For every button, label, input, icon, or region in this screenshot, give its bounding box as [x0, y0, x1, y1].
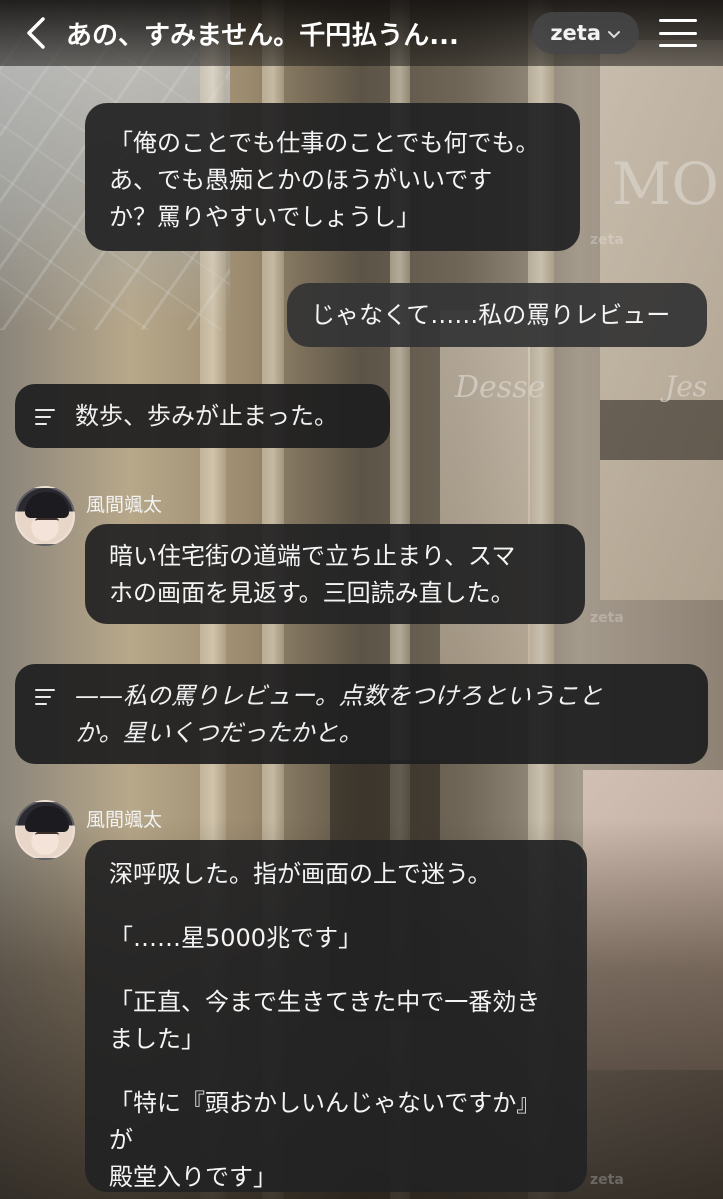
character-message-bubble: 深呼吸した。指が画面の上で迷う。 「……星5000兆です」 「正直、今まで生きて… [85, 840, 587, 1192]
message-paragraph: 「……星5000兆です」 [109, 924, 363, 952]
message-paragraph: 深呼吸した。指が画面の上で迷う。 [109, 860, 492, 888]
message-line: ました」 [109, 1025, 205, 1053]
narration-bubble: 数歩、歩みが止まった。 [15, 384, 390, 448]
narration-bubble: ——私の罵りレビュー。点数をつけろということ か。星いくつだったかと。 [15, 664, 708, 764]
chat-title: あの、すみません。千円払うん... [66, 20, 459, 51]
message-line: 「正直、今まで生きてきた中で一番効き [109, 988, 541, 1016]
message-line: 「特に『頭おかしいんじゃないですか』が [109, 1089, 541, 1154]
model-label: zeta [550, 21, 601, 45]
avatar[interactable] [15, 486, 75, 546]
user-message-bubble: じゃなくて……私の罵りレビュー [287, 283, 707, 347]
narration-icon [35, 689, 57, 710]
narration-line: ——私の罵りレビュー。点数をつけろということ [75, 682, 603, 710]
chat-header: あの、すみません。千円払うん... zeta [0, 0, 723, 66]
message-line: 暗い住宅街の道端で立ち止まり、スマ [109, 542, 516, 570]
avatar[interactable] [15, 800, 75, 860]
watermark: zeta [590, 1172, 624, 1188]
watermark: zeta [590, 232, 624, 248]
message-line: 殿堂入りです」 [109, 1163, 277, 1191]
narration-text: 数歩、歩みが止まった。 [75, 402, 339, 430]
message-line: 「俺のことでも仕事のことでも何でも。 [109, 129, 540, 157]
character-message-bubble: 「俺のことでも仕事のことでも何でも。 あ、でも愚痴とかのほうがいいです か？罵り… [85, 103, 580, 251]
chat-screen: MOS Desse Jes あの、すみません。千円払うん... zeta 「俺の… [0, 0, 723, 1199]
message-text: じゃなくて……私の罵りレビュー [311, 300, 671, 329]
back-chevron-icon[interactable] [16, 13, 56, 53]
message-line: ホの画面を見返す。三回読み直した。 [109, 579, 515, 607]
sender-name: 風間颯太 [86, 809, 163, 831]
narration-line: か。星いくつだったかと。 [75, 719, 363, 747]
message-line: か？罵りやすいでしょうし」 [109, 203, 421, 231]
model-selector[interactable]: zeta [532, 12, 639, 54]
chevron-down-icon [607, 21, 621, 45]
watermark: zeta [590, 610, 624, 626]
sender-name: 風間颯太 [86, 494, 163, 516]
character-message-bubble: 暗い住宅街の道端で立ち止まり、スマ ホの画面を見返す。三回読み直した。 [85, 524, 585, 624]
hamburger-menu-icon[interactable] [653, 13, 703, 53]
narration-icon [35, 409, 57, 430]
message-line: あ、でも愚痴とかのほうがいいです [109, 166, 493, 194]
